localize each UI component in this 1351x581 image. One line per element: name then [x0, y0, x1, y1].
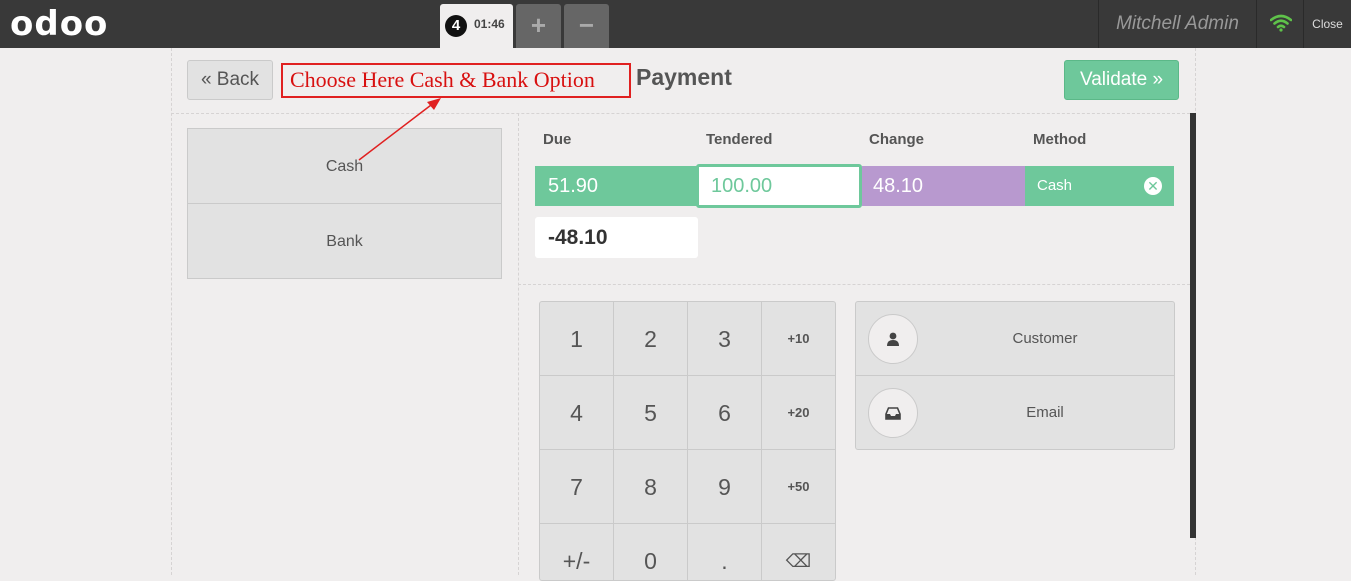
email-button[interactable]: Email	[856, 376, 1174, 450]
paymentline-due: 51.90	[535, 166, 698, 206]
annotation-callout: Choose Here Cash & Bank Option	[281, 63, 631, 98]
paymentline-method-label: Cash	[1037, 177, 1073, 194]
annotation-arrow	[358, 98, 441, 161]
email-icon-circle	[868, 388, 918, 438]
customer-label: Customer	[1012, 330, 1078, 347]
column-header-method: Method	[1033, 131, 1087, 148]
add-order-button[interactable]: +	[516, 4, 561, 48]
back-button[interactable]: « Back	[187, 60, 273, 100]
numpad-key-9[interactable]: 9	[688, 450, 762, 524]
numpad-key-dot[interactable]: .	[688, 524, 762, 580]
paymentline-method: Cash ✕	[1025, 166, 1174, 206]
connection-status[interactable]	[1256, 0, 1303, 48]
page-title: Payment	[636, 64, 732, 90]
order-tab[interactable]: 4 01:46	[440, 4, 513, 48]
customer-icon-circle	[868, 314, 918, 364]
numpad-key-sign[interactable]: +/-	[540, 524, 614, 580]
numpad-key-plus20[interactable]: +20	[762, 376, 835, 450]
screen-border-left	[171, 48, 172, 575]
numpad-key-4[interactable]: 4	[540, 376, 614, 450]
delete-paymentline-icon[interactable]: ✕	[1144, 177, 1162, 195]
payment-method-list: Cash Bank	[187, 128, 502, 279]
top-divider	[171, 113, 1195, 114]
numpad-key-5[interactable]: 5	[614, 376, 688, 450]
payment-actions: Customer Email	[855, 301, 1175, 450]
remaining-amount: -48.10	[535, 217, 698, 258]
numpad-key-3[interactable]: 3	[688, 302, 762, 376]
numpad-key-7[interactable]: 7	[540, 450, 614, 524]
numpad-key-6[interactable]: 6	[688, 376, 762, 450]
user-name[interactable]: Mitchell Admin	[1098, 0, 1256, 48]
order-time: 01:46	[474, 17, 505, 31]
top-bar: odoo 4 01:46 + − Mitchell Admin Close	[0, 0, 1351, 48]
payment-method-cash[interactable]: Cash	[188, 129, 501, 204]
numpad-key-plus10[interactable]: +10	[762, 302, 835, 376]
paymentline-tendered-input[interactable]: 100.00	[696, 164, 862, 208]
column-divider	[518, 113, 519, 575]
middle-divider	[518, 284, 1195, 285]
numpad-key-2[interactable]: 2	[614, 302, 688, 376]
scrollbar[interactable]	[1190, 113, 1196, 538]
numpad-key-plus50[interactable]: +50	[762, 450, 835, 524]
payment-method-bank[interactable]: Bank	[188, 204, 501, 279]
paymentline-change: 48.10	[862, 166, 1025, 206]
wifi-icon	[1270, 14, 1292, 32]
email-label: Email	[1026, 404, 1064, 421]
column-header-due: Due	[543, 131, 572, 148]
remove-order-button[interactable]: −	[564, 4, 609, 48]
column-header-tendered: Tendered	[706, 131, 773, 148]
user-icon	[887, 332, 899, 346]
numpad-key-0[interactable]: 0	[614, 524, 688, 580]
order-number-badge: 4	[445, 15, 467, 37]
inbox-icon	[885, 407, 901, 420]
validate-button[interactable]: Validate »	[1064, 60, 1179, 100]
backspace-icon[interactable]: ⌫	[762, 524, 835, 580]
close-button[interactable]: Close	[1303, 0, 1351, 48]
numpad-key-1[interactable]: 1	[540, 302, 614, 376]
customer-button[interactable]: Customer	[856, 302, 1174, 376]
odoo-logo: odoo	[10, 4, 109, 44]
numpad-key-8[interactable]: 8	[614, 450, 688, 524]
numpad: 1 2 3 +10 4 5 6 +20 7 8 9 +50 +/- 0 . ⌫	[539, 301, 836, 581]
paymentline-row[interactable]: 51.90 48.10 Cash ✕ 100.00	[535, 164, 1174, 208]
column-header-change: Change	[869, 131, 925, 148]
